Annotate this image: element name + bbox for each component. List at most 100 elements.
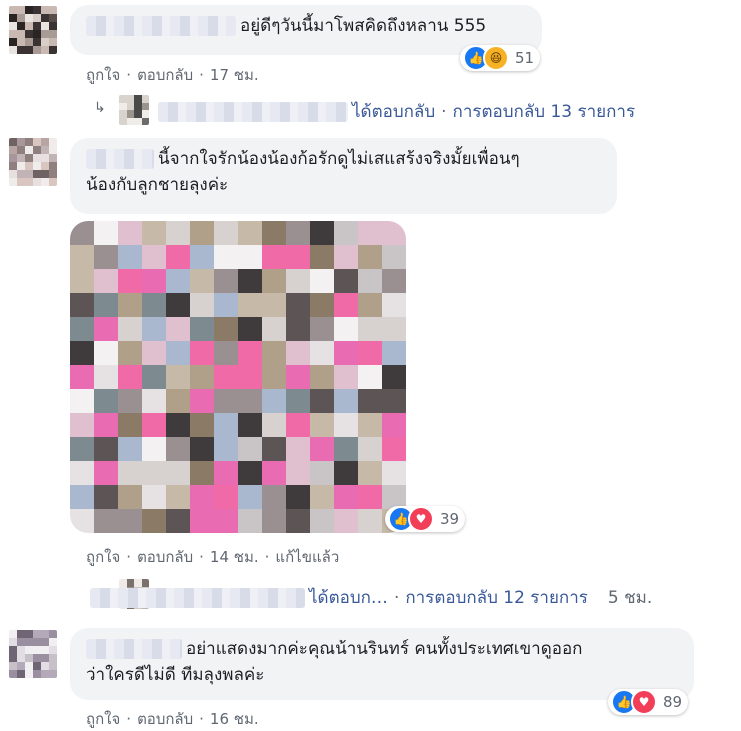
pixel-block	[118, 341, 142, 365]
replier-avatar[interactable]	[119, 95, 149, 125]
pixel-block	[358, 221, 382, 245]
like-link[interactable]: ถูกใจ	[86, 66, 120, 84]
pixel-block	[70, 317, 94, 341]
reply-link[interactable]: ตอบกลับ	[137, 66, 193, 84]
pixel-block	[9, 638, 17, 646]
pixel-block	[41, 162, 49, 170]
pixel-block	[142, 389, 166, 413]
pixel-block	[41, 662, 49, 670]
reaction-count: 89	[663, 693, 683, 711]
like-link[interactable]: ถูกใจ	[86, 548, 120, 566]
timestamp[interactable]: 16 ชม.	[210, 710, 259, 728]
replier-name-blurred[interactable]	[90, 588, 305, 608]
replies-summary[interactable]: ได้ตอบกลับ · การตอบกลับ 13 รายการ	[158, 98, 635, 125]
pixel-block	[214, 317, 238, 341]
commenter-name-blurred[interactable]	[86, 149, 154, 169]
pixel-block	[49, 170, 57, 178]
pixel-block	[262, 485, 286, 509]
replies-summary[interactable]: ได้ตอบก… · การตอบกลับ 12 รายการ 5 ชม.	[90, 584, 652, 611]
pixel-block	[286, 269, 310, 293]
pixel-block	[94, 221, 118, 245]
pixel-block	[166, 269, 190, 293]
pixel-block	[41, 38, 49, 46]
pixel-block	[9, 662, 17, 670]
pixel-block	[142, 437, 166, 461]
pixel-block	[33, 646, 41, 654]
comment-actions: ถูกใจ · ตอบกลับ · 16 ชม.	[86, 707, 259, 731]
pixel-block	[94, 413, 118, 437]
commenter-avatar[interactable]	[9, 630, 57, 678]
pixel-block	[262, 389, 286, 413]
pixel-block	[33, 162, 41, 170]
replier-name-blurred[interactable]	[158, 102, 348, 122]
pixel-block	[70, 437, 94, 461]
pixel-block	[142, 485, 166, 509]
pixel-block	[94, 341, 118, 365]
comment-text-line1: อย่าแสดงมากค่ะคุณน้านรินทร์ คนทั้งประเทศ…	[186, 639, 583, 659]
reaction-summary[interactable]: 👍 😆 51	[460, 45, 541, 71]
pixel-block	[25, 6, 33, 14]
pixel-block	[118, 389, 142, 413]
pixel-block	[334, 293, 358, 317]
pixel-block	[166, 461, 190, 485]
pixel-block	[382, 389, 406, 413]
commenter-name-blurred[interactable]	[86, 639, 182, 659]
pixel-block	[70, 485, 94, 509]
commenter-avatar[interactable]	[9, 6, 57, 54]
edited-label[interactable]: แก้ไขแล้ว	[275, 548, 339, 566]
pixel-block	[238, 245, 262, 269]
pixel-block	[190, 221, 214, 245]
pixel-block	[358, 293, 382, 317]
pixel-block	[214, 245, 238, 269]
pixel-block	[262, 437, 286, 461]
replied-text[interactable]: ได้ตอบกลับ	[352, 102, 435, 122]
reaction-summary[interactable]: 👍 ♥ 39	[385, 506, 466, 532]
pixel-block	[25, 46, 33, 54]
commenter-avatar[interactable]	[9, 138, 57, 186]
comment-photo[interactable]	[70, 221, 406, 533]
pixel-block	[238, 317, 262, 341]
pixel-block	[310, 437, 334, 461]
pixel-block	[358, 437, 382, 461]
pixel-block	[41, 638, 49, 646]
pixel-block	[134, 102, 142, 110]
replied-text[interactable]: ได้ตอบก…	[309, 588, 388, 608]
timestamp[interactable]: 14 ชม.	[210, 548, 259, 566]
pixel-block	[17, 38, 25, 46]
pixel-block	[119, 110, 127, 118]
pixel-block	[166, 221, 190, 245]
pixel-block	[25, 146, 33, 154]
like-link[interactable]: ถูกใจ	[86, 710, 120, 728]
pixel-block	[190, 293, 214, 317]
pixel-block	[358, 413, 382, 437]
pixel-block	[334, 317, 358, 341]
pixel-block	[41, 138, 49, 146]
pixel-block	[9, 14, 17, 22]
pixel-block	[49, 6, 57, 14]
pixel-block	[382, 245, 406, 269]
pixel-block	[33, 638, 41, 646]
separator: ·	[264, 548, 270, 566]
reply-link[interactable]: ตอบกลับ	[137, 710, 193, 728]
pixel-block	[286, 461, 310, 485]
pixel-block	[49, 662, 57, 670]
reaction-summary[interactable]: 👍 ♥ 89	[608, 689, 689, 715]
replies-count[interactable]: การตอบกลับ 12 รายการ	[405, 588, 588, 608]
pixel-block	[141, 102, 149, 110]
timestamp[interactable]: 17 ชม.	[210, 66, 259, 84]
pixel-block	[17, 638, 25, 646]
commenter-name-blurred[interactable]	[86, 16, 236, 36]
reply-timestamp[interactable]: 5 ชม.	[608, 588, 652, 608]
pixel-block	[358, 317, 382, 341]
pixel-block	[94, 293, 118, 317]
pixel-block	[9, 30, 17, 38]
pixel-block	[214, 461, 238, 485]
pixel-block	[17, 646, 25, 654]
reply-link[interactable]: ตอบกลับ	[137, 548, 193, 566]
pixel-block	[334, 413, 358, 437]
pixel-block	[17, 178, 25, 186]
replies-count[interactable]: การตอบกลับ 13 รายการ	[453, 102, 636, 122]
pixel-block	[238, 485, 262, 509]
pixel-block	[49, 30, 57, 38]
pixel-block	[118, 365, 142, 389]
